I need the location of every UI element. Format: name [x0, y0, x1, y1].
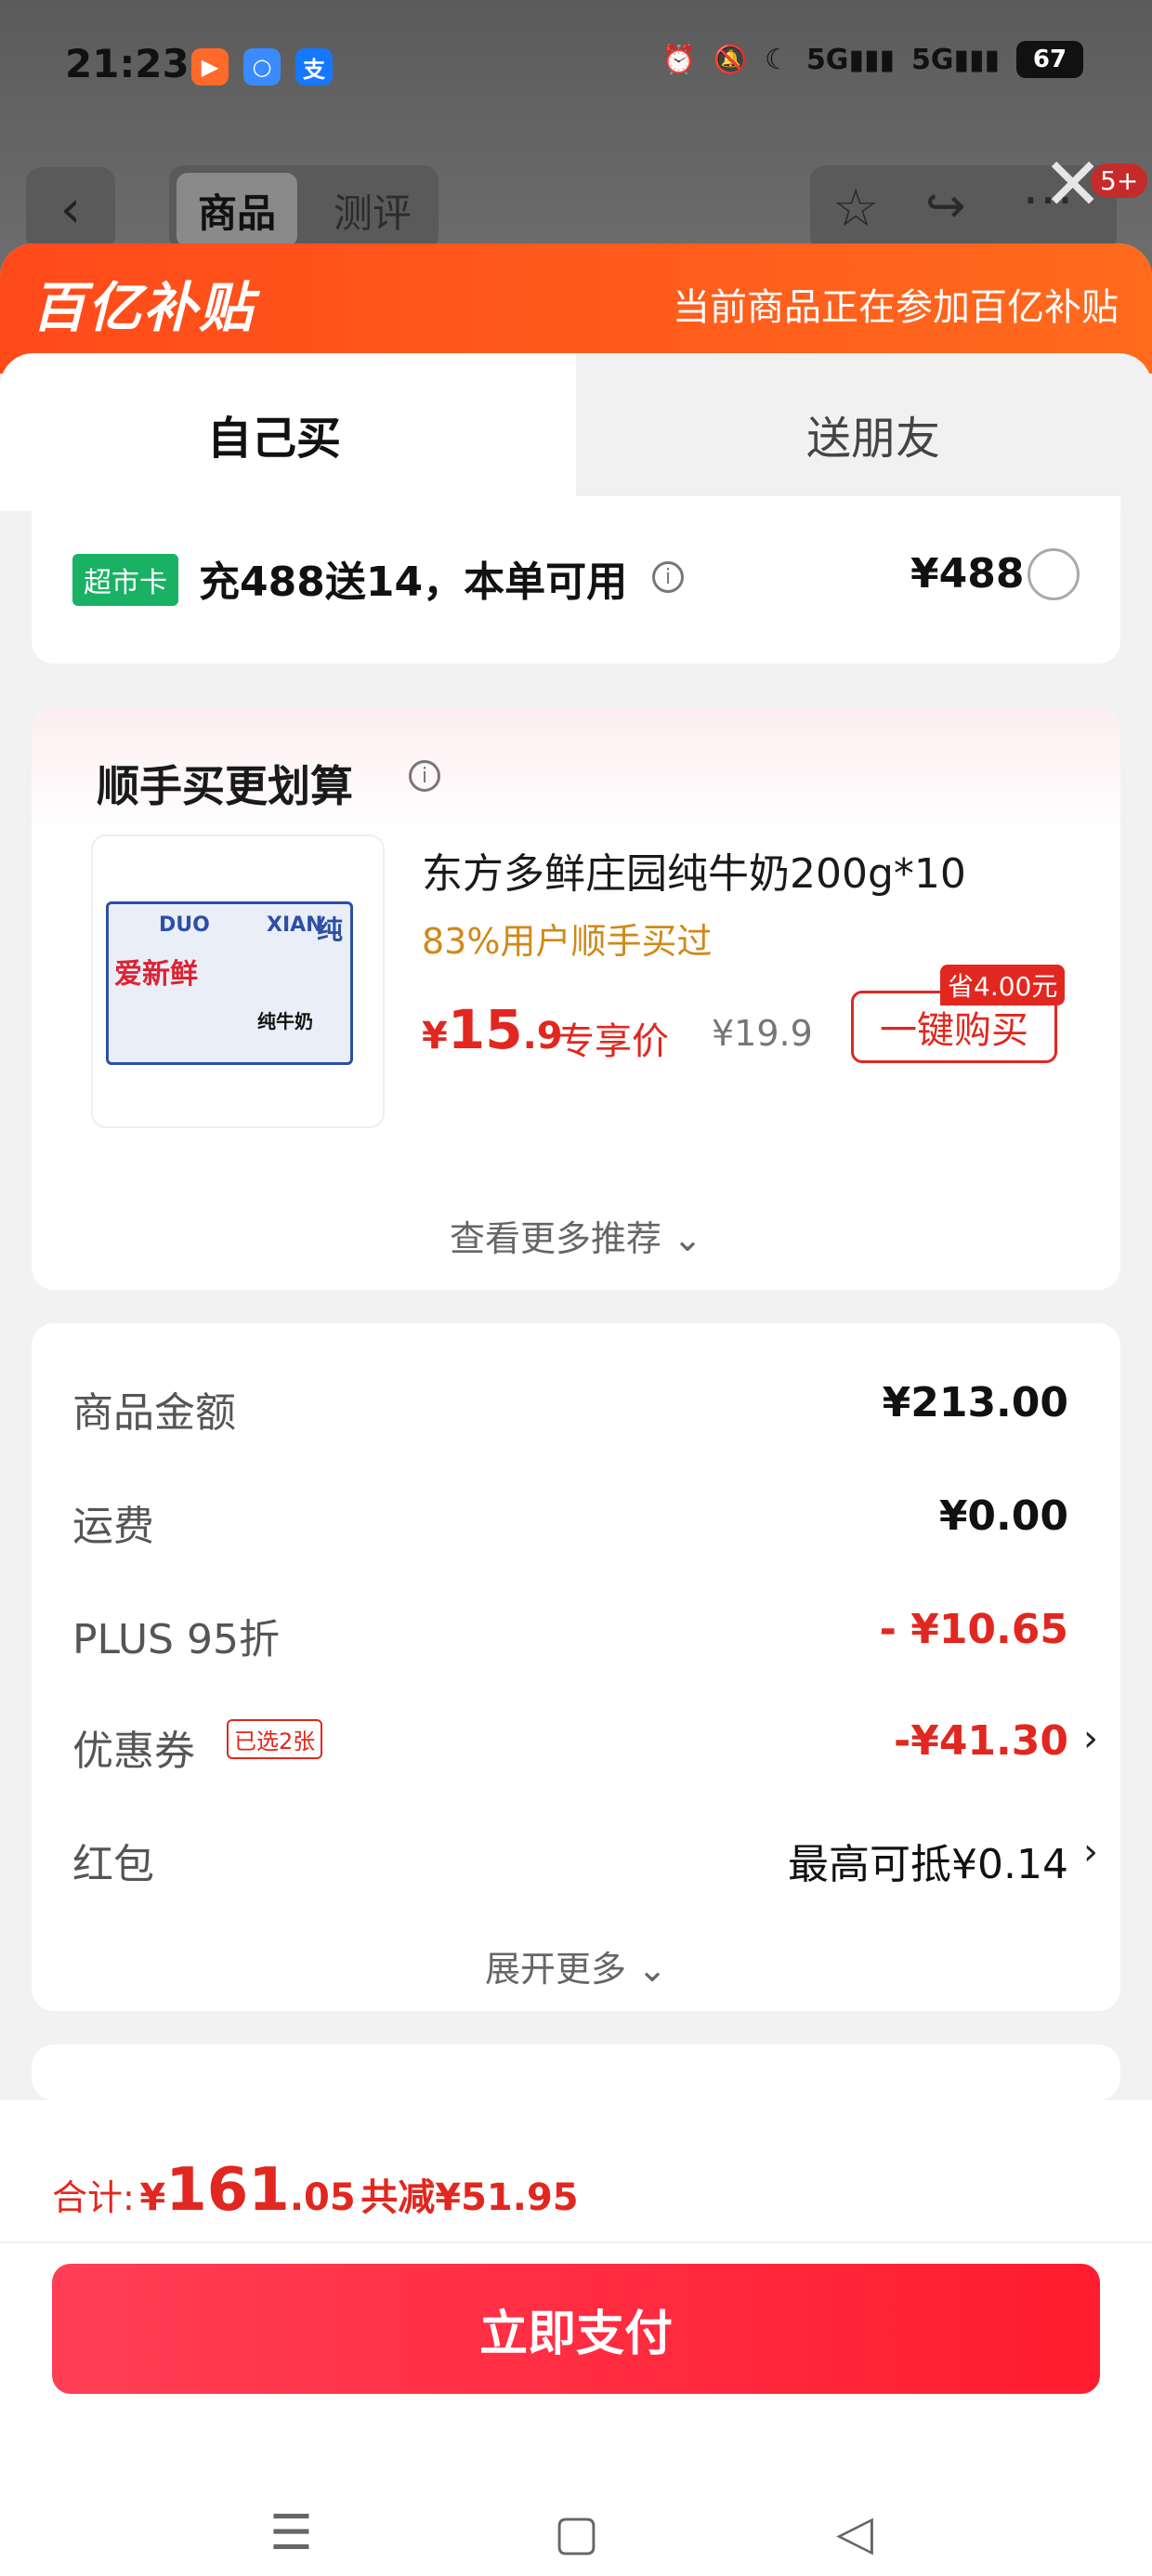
chevron-down-icon: ⌄ [673, 1218, 702, 1259]
mute-icon: 🔕 [713, 43, 749, 76]
expand-more-link[interactable]: 展开更多 ⌄ [32, 1940, 1120, 1991]
back-button[interactable]: ‹ [26, 167, 115, 251]
signal-icon-2: 5G▮▮▮ [910, 43, 1000, 76]
recommendation-title: 顺手买更划算 [97, 761, 353, 811]
back-icon[interactable]: ◁ [836, 2509, 873, 2557]
segment-review[interactable]: 测评 [312, 173, 433, 247]
save-amount-tag: 省4.00元 [940, 965, 1066, 1005]
chevron-down-icon: ⌄ [637, 1949, 667, 1990]
total-saved: 共减¥51.95 [360, 2176, 579, 2219]
original-price: ¥19.9 [712, 1013, 813, 1054]
do-not-disturb-icon: ☾ [765, 43, 790, 76]
pay-now-button[interactable]: 立即支付 [52, 2264, 1100, 2394]
battery-icon: 67 [1016, 41, 1083, 78]
alipay-app-icon: 支 [295, 48, 333, 85]
milk-box-graphic: 爱新鲜 DUO XIAN 纯 纯牛奶 [106, 901, 353, 1065]
row-value-shipping: ¥0.00 [938, 1492, 1068, 1540]
checkout-sheet: 百亿补贴 当前商品正在参加百亿补贴 自己买 送朋友 超市卡 充488送14，本单… [0, 243, 1152, 2576]
supermarket-card-offer: 超市卡 充488送14，本单可用 i ¥488 [32, 496, 1120, 664]
signal-icon: 5G▮▮▮ [805, 43, 895, 76]
row-value-coupon[interactable]: -¥41.30 [894, 1717, 1068, 1765]
chevron-right-icon[interactable]: › [1083, 1831, 1098, 1873]
divider [0, 2241, 1152, 2243]
row-label-shipping: 运费 [72, 1503, 154, 1550]
share-icon[interactable]: ↪ [925, 178, 966, 234]
status-icons: ⏰ 🔕 ☾ 5G▮▮▮ 5G▮▮▮ 67 [661, 41, 1083, 78]
row-value-red-packet[interactable]: 最高可抵¥0.14 [788, 1831, 1068, 1890]
game-app-icon: ▶ [191, 48, 229, 85]
coupon-selected-tag: 已选2张 [227, 1719, 323, 1759]
status-time: 21:23 [65, 41, 190, 86]
tab-gift-friend-label: 送朋友 [805, 413, 940, 465]
row-label-red-packet[interactable]: 红包 [72, 1831, 154, 1890]
order-total: 合计: ¥161.05 共减¥51.95 [52, 2156, 579, 2225]
tab-buy-self-label: 自己买 [206, 413, 341, 465]
row-value-subtotal: ¥213.00 [882, 1379, 1068, 1426]
system-nav-bar: ☰ ▢ ◁ [0, 2481, 1152, 2574]
more-recommendations-link[interactable]: 查看更多推荐 ⌄ [32, 1210, 1120, 1261]
recommendation-info-icon[interactable]: i [409, 760, 440, 792]
alarm-icon: ⏰ [661, 43, 697, 76]
product-name[interactable]: 东方多鲜庄园纯牛奶200g*10 [422, 840, 966, 900]
notification-badge: 5+ [1091, 164, 1148, 198]
supermarket-card-text: 充488送14，本单可用 [199, 559, 628, 606]
home-icon[interactable]: ▢ [554, 2509, 599, 2557]
row-label-subtotal: 商品金额 [72, 1389, 236, 1437]
supermarket-card-tag: 超市卡 [72, 554, 178, 606]
chevron-right-icon[interactable]: › [1083, 1717, 1098, 1760]
segment-product[interactable]: 商品 [177, 173, 297, 247]
row-label-coupon[interactable]: 优惠券 [72, 1717, 195, 1777]
row-label-plus-discount: PLUS 95折 [72, 1616, 280, 1663]
supermarket-card-price: ¥488 [910, 550, 1025, 598]
exclusive-price-label: 专享价 [557, 1020, 669, 1063]
subsidy-message: 当前商品正在参加百亿补贴 [673, 286, 1119, 329]
user-purchase-stat: 83%用户顺手买过 [422, 921, 713, 962]
info-icon[interactable]: i [652, 561, 684, 593]
browser-app-icon: ○ [243, 48, 281, 85]
supermarket-card-radio[interactable] [1028, 548, 1080, 600]
subsidy-logo: 百亿补贴 [32, 276, 255, 339]
price-details-card: 商品金额 ¥213.00 运费 ¥0.00 PLUS 95折 - ¥10.65 … [32, 1323, 1120, 2011]
menu-icon[interactable]: ☰ [269, 2509, 313, 2557]
recommendation-card: 顺手买更划算 i 爱新鲜 DUO XIAN 纯 纯牛奶 东方多鲜庄园纯牛奶200… [32, 708, 1120, 1290]
exclusive-price: ¥15.9 [422, 998, 563, 1061]
next-card-peek [32, 2044, 1120, 2100]
checkout-bottom-bar: 合计: ¥161.05 共减¥51.95 立即支付 ☰ ▢ ◁ [0, 2100, 1152, 2576]
favorite-icon[interactable]: ☆ [832, 178, 879, 239]
row-value-plus-discount: - ¥10.65 [879, 1606, 1068, 1653]
product-image[interactable]: 爱新鲜 DUO XIAN 纯 纯牛奶 [91, 835, 385, 1128]
